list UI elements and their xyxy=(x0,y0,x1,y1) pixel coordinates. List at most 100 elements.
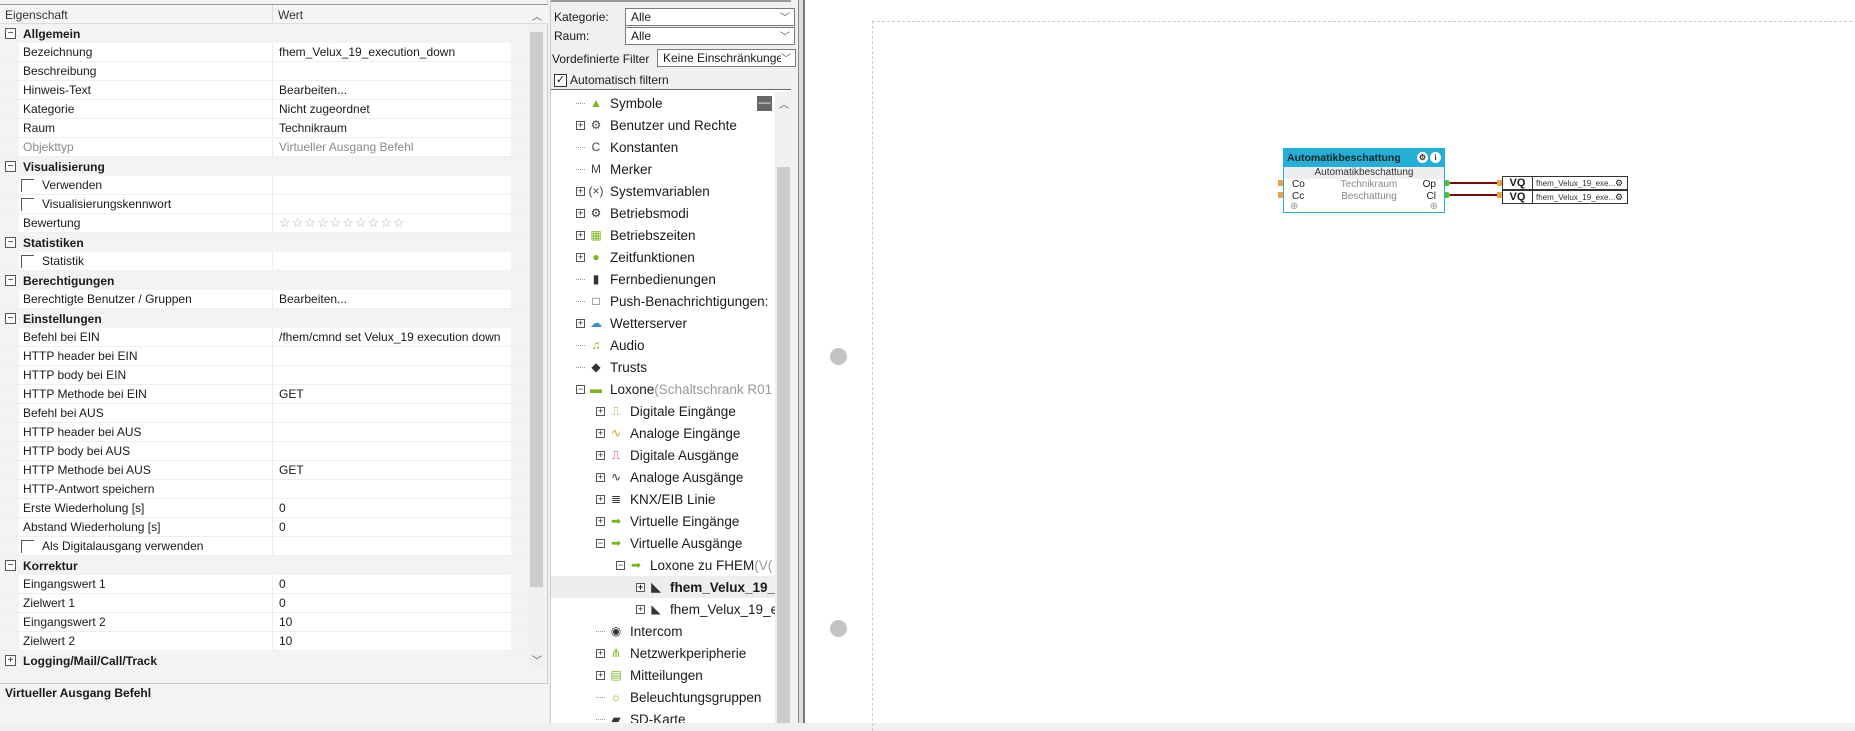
expand-icon[interactable]: + xyxy=(596,472,605,482)
collapse-icon[interactable]: − xyxy=(5,237,16,248)
scroll-down-icon[interactable]: ﹀ xyxy=(532,652,542,667)
property-row[interactable]: Statistik xyxy=(0,252,530,271)
tree-item[interactable]: M Merker xyxy=(551,158,775,180)
property-row[interactable]: Zielwert 10 xyxy=(0,594,530,613)
function-block-automatikbeschattung[interactable]: Automatikbeschattung ⚙ i Automatikbescha… xyxy=(1283,148,1445,213)
tree-item[interactable]: − ➡ Loxone zu FHEM (V( xyxy=(551,554,775,576)
collapse-all-button[interactable]: — xyxy=(757,96,772,111)
property-key[interactable]: Als Digitalausgang verwenden xyxy=(19,537,273,555)
property-value[interactable] xyxy=(273,404,511,422)
property-value[interactable] xyxy=(273,195,511,213)
property-row[interactable]: Bezeichnung fhem_Velux_19_execution_down xyxy=(0,43,530,62)
checkbox[interactable] xyxy=(21,540,34,554)
tree-item[interactable]: + (×) Systemvariablen xyxy=(551,180,775,202)
property-row[interactable]: HTTP Methode bei EIN GET xyxy=(0,385,530,404)
property-row[interactable]: HTTP header bei AUS xyxy=(0,423,530,442)
property-value[interactable]: 0 xyxy=(273,575,511,593)
scroll-up-icon[interactable]: ︿ xyxy=(779,96,789,111)
tree-item[interactable]: + ▤ Mitteilungen xyxy=(551,664,775,686)
expand-icon[interactable]: + xyxy=(576,318,585,328)
virtual-output-block[interactable]: VQ fhem_Velux_19_exe... ⚙ xyxy=(1502,176,1628,190)
collapse-icon[interactable]: − xyxy=(5,161,16,172)
tree-item[interactable]: ☼ Beleuchtungsgruppen xyxy=(551,686,775,708)
checkbox[interactable] xyxy=(21,198,34,212)
property-value[interactable] xyxy=(273,442,511,460)
gear-icon[interactable]: ⚙ xyxy=(1615,192,1627,203)
property-value[interactable]: fhem_Velux_19_execution_down xyxy=(273,43,511,61)
expand-icon[interactable]: + xyxy=(576,230,585,240)
property-value[interactable]: Virtueller Ausgang Befehl xyxy=(273,138,511,156)
property-value[interactable] xyxy=(273,366,511,384)
tree-item[interactable]: − ▬ Loxone (Schaltschrank R01 xyxy=(551,378,775,400)
property-key[interactable]: Visualisierungskennwort xyxy=(19,195,273,213)
program-canvas[interactable]: Automatikbeschattung ⚙ i Automatikbescha… xyxy=(805,0,1855,731)
property-value[interactable]: 10 xyxy=(273,613,511,631)
scroll-up-icon[interactable]: ︿ xyxy=(532,8,542,23)
add-input-icon[interactable]: ⊕ xyxy=(1290,201,1298,212)
property-row[interactable]: HTTP Methode bei AUS GET xyxy=(0,461,530,480)
property-value[interactable] xyxy=(273,176,511,194)
rating-stars[interactable]: ☆☆☆☆☆☆☆☆☆☆ xyxy=(273,214,511,232)
expand-icon[interactable]: + xyxy=(576,252,585,262)
category-select[interactable]: Alle ﹀ xyxy=(625,8,795,26)
property-value[interactable]: Bearbeiten... xyxy=(273,81,511,99)
expand-icon[interactable]: + xyxy=(596,450,605,460)
tree-scrollbar[interactable]: ︿ xyxy=(775,92,792,723)
scrollbar-thumb[interactable] xyxy=(530,32,543,587)
connection-wire[interactable] xyxy=(1450,194,1497,196)
input-pin[interactable] xyxy=(1278,180,1283,186)
property-row[interactable]: Erste Wiederholung [s] 0 xyxy=(0,499,530,518)
property-row[interactable]: Befehl bei EIN/fhem/cmnd set Velux_19 ex… xyxy=(0,328,530,347)
expand-icon[interactable]: + xyxy=(596,406,605,416)
property-row[interactable]: Berechtigte Benutzer / Gruppen Bearbeiten… xyxy=(0,290,530,309)
collapse-icon[interactable]: − xyxy=(5,28,16,39)
property-value[interactable]: Nicht zugeordnet xyxy=(273,100,511,118)
expand-icon[interactable]: + xyxy=(596,494,605,504)
checkbox[interactable] xyxy=(21,255,34,269)
collapse-icon[interactable]: − xyxy=(5,275,16,286)
category-row[interactable]: + Logging/Mail/Call/Track xyxy=(0,651,530,670)
expand-icon[interactable]: + xyxy=(576,208,585,218)
category-row[interactable]: − Statistiken xyxy=(0,233,530,252)
property-row[interactable]: Objekttyp Virtueller Ausgang Befehl xyxy=(0,138,530,157)
property-row[interactable]: Eingangswert 10 xyxy=(0,575,530,594)
panel-splitter[interactable] xyxy=(798,0,805,723)
category-row[interactable]: − Korrektur xyxy=(0,556,530,575)
property-row[interactable]: Visualisierungskennwort xyxy=(0,195,530,214)
property-value[interactable]: 0 xyxy=(273,499,511,517)
tree-item[interactable]: + ∿ Analoge Ausgänge xyxy=(551,466,775,488)
tree-item[interactable]: ▲ Symbole xyxy=(551,92,775,114)
property-value[interactable]: 0 xyxy=(273,518,511,536)
expand-icon[interactable]: + xyxy=(636,604,645,614)
expand-icon[interactable]: + xyxy=(596,648,605,658)
property-value[interactable]: Technikraum xyxy=(273,119,511,137)
column-header-value[interactable]: Wert xyxy=(273,5,308,23)
property-value[interactable] xyxy=(273,252,511,270)
gear-icon[interactable]: ⚙ xyxy=(1615,178,1627,189)
tree-item[interactable]: + ⚙ Benutzer und Rechte xyxy=(551,114,775,136)
property-row[interactable]: Zielwert 2 10 xyxy=(0,632,530,651)
property-value[interactable] xyxy=(273,480,511,498)
add-output-icon[interactable]: ⊕ xyxy=(1430,201,1438,212)
tree-item[interactable]: + ≣ KNX/EIB Linie xyxy=(551,488,775,510)
tree-item[interactable]: − ➡ Virtuelle Ausgänge xyxy=(551,532,775,554)
tree-item[interactable]: □ Push-Benachrichtigungen: xyxy=(551,290,775,312)
tree-item[interactable]: + ∿ Analoge Eingänge xyxy=(551,422,775,444)
tree-item[interactable]: + ◣ fhem_Velux_19_e xyxy=(551,598,775,620)
collapse-icon[interactable]: − xyxy=(5,560,16,571)
category-row[interactable]: − Visualisierung xyxy=(0,157,530,176)
tree-item[interactable]: + ⎍ Digitale Eingänge xyxy=(551,400,775,422)
property-row[interactable]: HTTP-Antwort speichern xyxy=(0,480,530,499)
auto-filter-checkbox[interactable]: ✓ Automatisch filtern xyxy=(554,73,669,87)
gear-icon[interactable]: ⚙ xyxy=(1417,152,1428,163)
tree-item[interactable]: ▮ Fernbedienungen xyxy=(551,268,775,290)
collapse-icon[interactable]: − xyxy=(576,384,585,394)
property-row[interactable]: HTTP body bei AUS xyxy=(0,442,530,461)
expand-icon[interactable]: + xyxy=(596,428,605,438)
property-row[interactable]: Kategorie Nicht zugeordnet xyxy=(0,100,530,119)
property-row[interactable]: Abstand Wiederholung [s] 0 xyxy=(0,518,530,537)
tree-item[interactable]: + ⚙ Betriebsmodi xyxy=(551,202,775,224)
virtual-output-block[interactable]: VQ fhem_Velux_19_exe... ⚙ xyxy=(1502,190,1628,204)
tree-item[interactable]: + ⋔ Netzwerkperipherie xyxy=(551,642,775,664)
checkbox[interactable] xyxy=(21,179,34,193)
